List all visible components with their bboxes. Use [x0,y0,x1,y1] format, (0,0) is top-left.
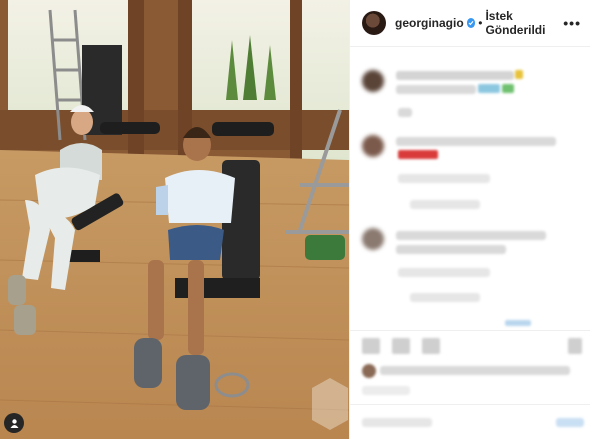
comment-button[interactable] [392,338,410,354]
divider [350,330,590,331]
user-tag-icon [10,418,18,428]
view-replies [410,293,480,302]
post-date [362,386,410,395]
comment-emoji [398,150,438,159]
user-tag-button[interactable] [4,413,24,433]
comment-avatar [362,135,384,157]
like-button[interactable] [362,338,380,354]
view-replies [410,200,480,209]
post-photo[interactable] [0,0,349,439]
add-comment-input[interactable] [362,418,432,427]
post-comment-button[interactable] [556,418,584,427]
separator-dot: • [478,16,483,30]
divider [350,404,590,405]
verified-badge-icon [466,18,476,28]
post-header: georginagio • İstek Gönderildi ••• [350,0,590,47]
post-side-panel: georginagio • İstek Gönderildi ••• [349,0,590,439]
comment-line [396,245,506,254]
comment-meta [398,268,490,277]
save-button[interactable] [568,338,582,354]
profile-avatar[interactable] [362,11,386,35]
likes-avatar [362,364,376,378]
caption-emoji [502,84,514,93]
load-more [505,320,531,326]
more-options-icon[interactable]: ••• [563,15,581,31]
likes-text [380,366,570,375]
comment-line [396,137,556,146]
caption-avatar [362,70,384,92]
caption-line [396,71,514,80]
username-link[interactable]: georginagio [395,16,464,30]
gym-photo [0,0,349,439]
caption-line [396,85,476,94]
caption-line [398,108,412,117]
comment-line [396,231,546,240]
comment-avatar [362,228,384,250]
caption-emoji [478,84,500,93]
comment-meta [398,174,490,183]
follow-request-sent-button[interactable]: İstek Gönderildi [485,9,563,37]
caption-emoji [515,70,523,79]
share-button[interactable] [422,338,440,354]
